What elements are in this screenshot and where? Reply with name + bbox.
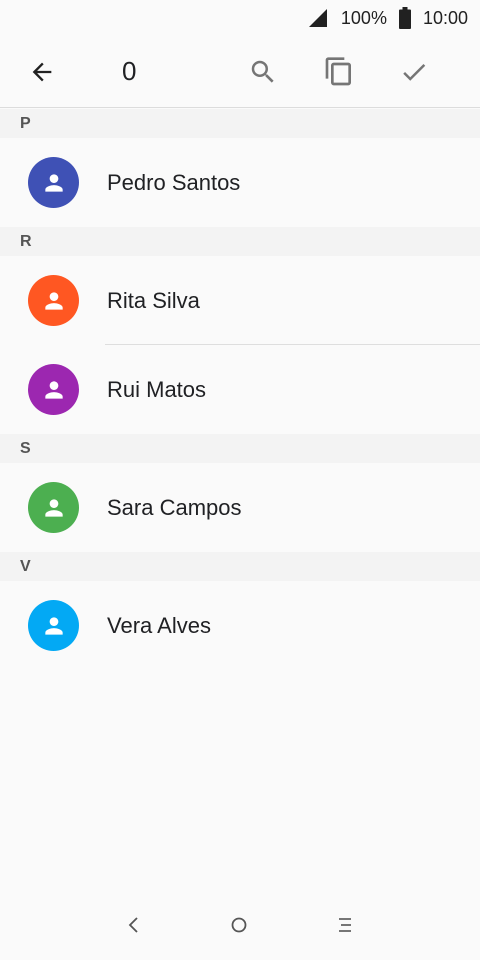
selection-toolbar: 0 [0, 36, 480, 108]
person-icon [44, 498, 63, 517]
nav-recent-button[interactable] [330, 910, 360, 940]
nav-back-icon [128, 917, 138, 933]
nav-back-button[interactable] [119, 910, 149, 940]
person-icon [44, 173, 63, 192]
done-button[interactable] [390, 48, 438, 96]
select-all-icon [325, 57, 351, 86]
check-icon [403, 63, 426, 81]
clock: 10:00 [422, 7, 468, 28]
selected-count: 0 [122, 56, 137, 86]
back-arrow-icon [32, 62, 52, 82]
avatar [28, 364, 79, 415]
signal-icon [308, 9, 327, 27]
search-button[interactable] [239, 48, 287, 96]
contact-item[interactable]: Rui Matos [0, 345, 480, 434]
nav-home-icon [231, 917, 247, 933]
contact-item[interactable]: Vera Alves [0, 581, 480, 670]
person-icon [44, 380, 63, 399]
section-header: R [0, 227, 480, 256]
search-icon [251, 60, 274, 83]
section-header: P [0, 109, 480, 138]
person-icon [44, 616, 63, 635]
avatar [28, 600, 79, 651]
navigation-bar [0, 890, 480, 960]
battery-icon [398, 7, 411, 29]
contact-name: Vera Alves [107, 612, 211, 638]
section-header: S [0, 434, 480, 463]
nav-recent-icon [339, 918, 351, 932]
battery-percent: 100% [340, 7, 387, 28]
status-bar: 100% 10:00 [0, 0, 480, 36]
nav-home-button[interactable] [224, 910, 254, 940]
contact-list: P Pedro Santos R Rita Silva Rui Matos S … [0, 109, 480, 670]
contact-name: Sara Campos [107, 494, 242, 520]
avatar [28, 275, 79, 326]
avatar [28, 157, 79, 208]
back-button[interactable] [18, 48, 66, 96]
avatar [28, 482, 79, 533]
contact-name: Rita Silva [107, 287, 200, 313]
contact-name: Rui Matos [107, 376, 207, 402]
select-all-button[interactable] [315, 48, 363, 96]
contact-item[interactable]: Sara Campos [0, 463, 480, 552]
section-header: V [0, 552, 480, 581]
contact-name: Pedro Santos [107, 169, 241, 195]
contact-item[interactable]: Pedro Santos [0, 138, 480, 227]
person-icon [44, 291, 63, 310]
contact-item[interactable]: Rita Silva [0, 256, 480, 345]
